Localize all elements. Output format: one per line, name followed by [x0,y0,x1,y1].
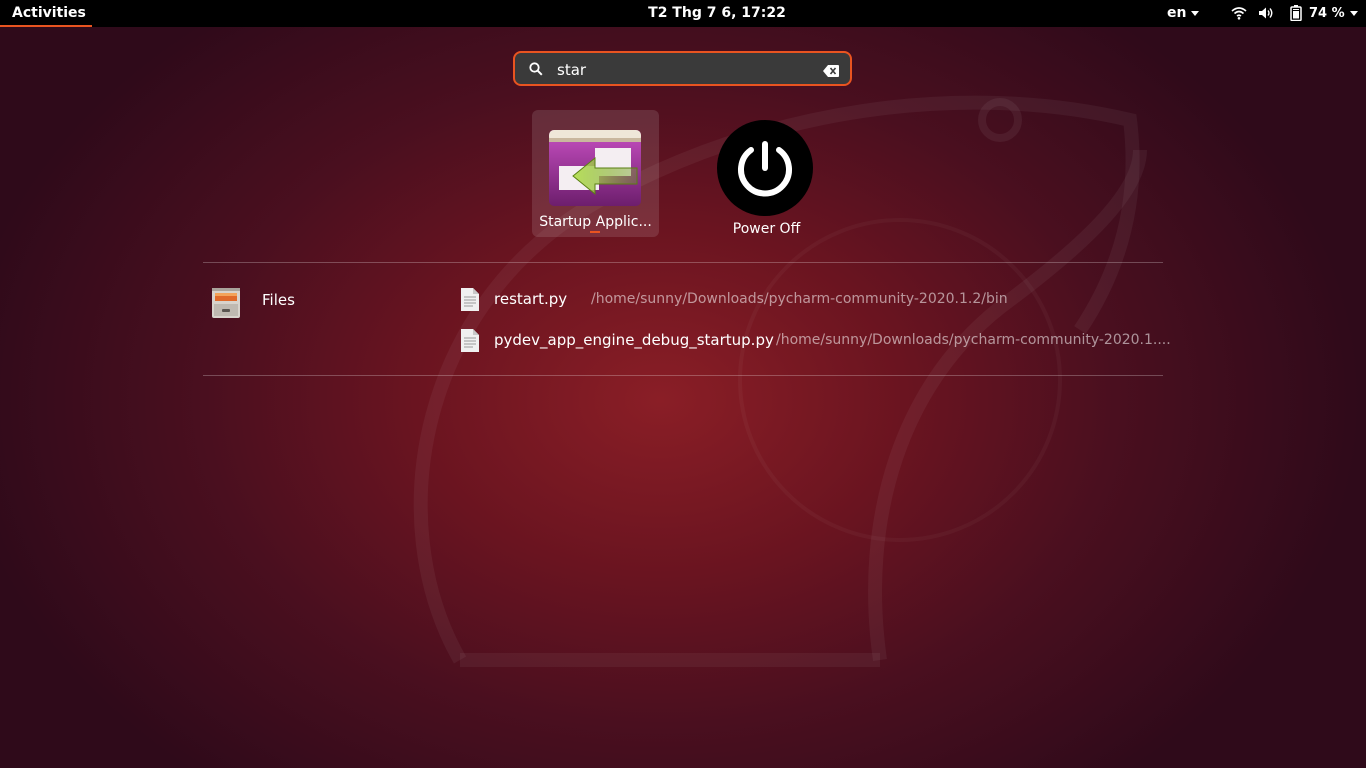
language-indicator[interactable]: en [1167,0,1200,27]
power-icon [717,120,813,216]
clear-icon[interactable] [823,62,839,81]
file-path: /home/sunny/Downloads/pycharm-community-… [776,332,1171,348]
separator [203,262,1163,263]
app-label: Startup Applic... [539,214,652,230]
startup-applications-icon [549,130,641,206]
chevron-down-icon [1191,10,1200,16]
files-provider[interactable]: Files [203,280,443,320]
clock[interactable]: T2 Thg 7 6, 17:22 [0,0,1366,27]
file-result-row[interactable]: restart.py /home/sunny/Downloads/pycharm… [458,285,1163,315]
wifi-icon[interactable] [1231,6,1247,24]
battery-percentage[interactable]: 74 % [1309,0,1358,27]
file-cabinet-icon [212,288,240,318]
language-label: en [1167,5,1187,21]
volume-icon[interactable] [1258,6,1274,24]
search-input[interactable] [555,59,809,81]
text-file-icon [461,288,479,311]
file-result-row[interactable]: pydev_app_engine_debug_startup.py /home/… [458,326,1171,356]
file-name: restart.py [494,290,568,308]
search-icon [529,61,543,80]
battery-percentage-label: 74 % [1309,6,1345,21]
wallpaper-decoration [413,95,1147,667]
file-name: pydev_app_engine_debug_startup.py [494,331,774,349]
app-power-off[interactable]: Power Off [703,110,830,237]
top-bar: Activities T2 Thg 7 6, 17:22 en 74 % [0,0,1366,27]
search-box[interactable] [513,51,852,86]
app-startup-applications[interactable]: Startup Applic... [532,110,659,237]
separator [203,375,1163,376]
chevron-down-icon [1349,11,1358,16]
app-label: Power Off [732,221,801,237]
battery-icon[interactable] [1290,5,1302,25]
running-indicator [590,231,600,233]
text-file-icon [461,329,479,352]
file-path: /home/sunny/Downloads/pycharm-community-… [591,291,1008,307]
provider-name: Files [262,291,295,309]
